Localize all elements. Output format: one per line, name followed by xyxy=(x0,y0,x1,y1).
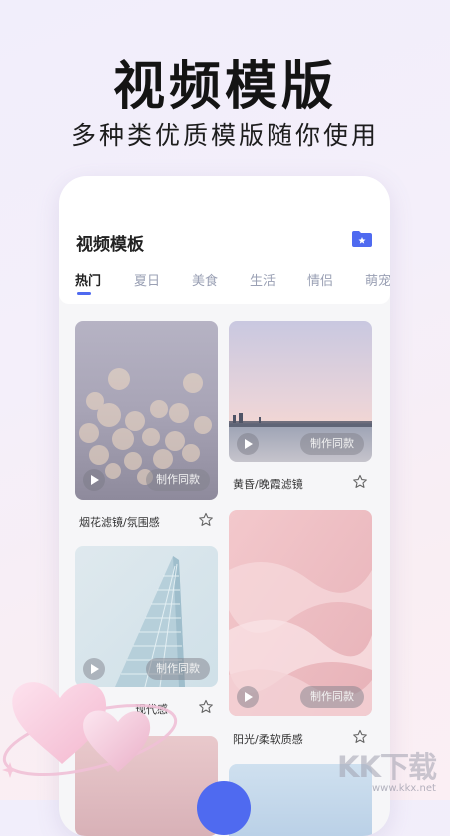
star-icon[interactable] xyxy=(352,729,368,745)
heart-decoration-icon xyxy=(2,682,178,778)
tab-hot[interactable]: 热门 xyxy=(75,270,101,289)
hero-title: 视频模版 xyxy=(112,57,337,117)
play-button[interactable] xyxy=(83,469,105,491)
star-icon[interactable] xyxy=(198,512,214,528)
tab-food[interactable]: 美食 xyxy=(192,270,218,289)
star-icon[interactable] xyxy=(352,474,368,490)
template-thumbnail[interactable]: 制作同款 xyxy=(229,321,372,462)
watermark-url: www.kkx.net xyxy=(372,783,436,794)
play-button[interactable] xyxy=(237,686,259,708)
tab-summer[interactable]: 夏日 xyxy=(134,270,160,289)
template-thumbnail[interactable]: 制作同款 xyxy=(229,510,372,716)
create-button[interactable] xyxy=(197,781,251,835)
tab-couple[interactable]: 情侣 xyxy=(307,270,333,289)
folder-star-icon[interactable] xyxy=(351,230,373,248)
template-title: 阳光/柔软质感 xyxy=(233,733,303,746)
make-same-button[interactable]: 制作同款 xyxy=(146,469,210,491)
template-card[interactable]: 制作同款 烟花滤镜/氛围感 xyxy=(75,321,218,536)
tab-pets[interactable]: 萌宠 xyxy=(365,270,390,289)
template-title: 烟花滤镜/氛围感 xyxy=(79,516,160,529)
template-card[interactable]: 制作同款 黄昏/晚霞滤镜 xyxy=(229,321,372,496)
active-tab-indicator xyxy=(77,292,91,295)
make-same-button[interactable]: 制作同款 xyxy=(300,433,364,455)
hero-subtitle: 多种类优质模版随你使用 xyxy=(70,121,379,150)
play-button[interactable] xyxy=(237,433,259,455)
watermark-brand: KK下载 xyxy=(337,750,437,784)
star-icon[interactable] xyxy=(198,699,214,715)
template-title: 黄昏/晚霞滤镜 xyxy=(233,478,303,491)
template-card[interactable]: 制作同款 阳光/柔软质感 xyxy=(229,510,372,750)
panel-header: 视频模板 热门 夏日 美食 生活 情侣 萌宠 xyxy=(59,176,390,304)
page-title: 视频模板 xyxy=(76,235,144,255)
tab-life[interactable]: 生活 xyxy=(250,270,276,289)
make-same-button[interactable]: 制作同款 xyxy=(300,686,364,708)
template-thumbnail[interactable]: 制作同款 xyxy=(75,321,218,500)
